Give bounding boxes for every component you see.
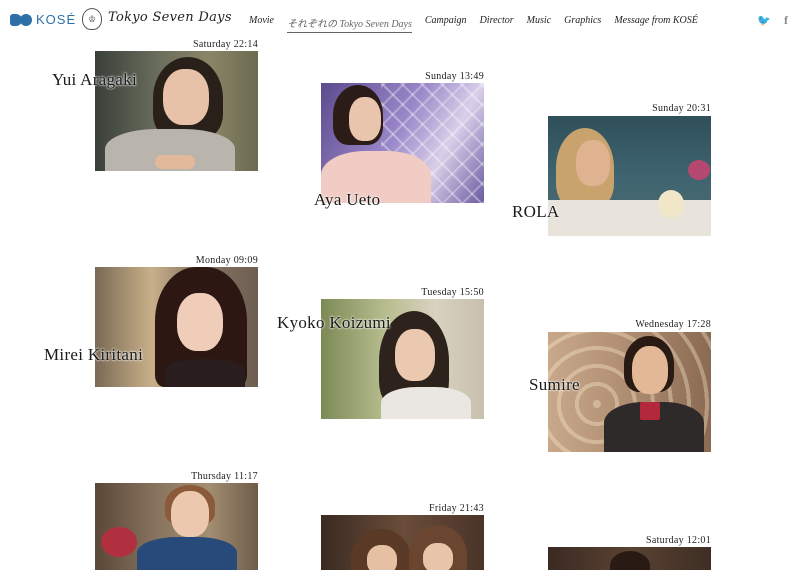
card-name: Sumire [529,375,580,394]
kose-brand-text: KOSÉ [36,12,77,27]
nav-item-director[interactable]: Director [480,15,514,33]
nav-item-message[interactable]: Message from KOSÉ [614,15,698,33]
card-name: Mirei Kiritani [44,345,144,364]
nav-item-tokyo-seven-days[interactable]: それぞれの Tokyo Seven Days [287,15,412,33]
card-time: Monday 09:09 [195,255,258,266]
main-nav: Movie それぞれの Tokyo Seven Days Campaign Di… [249,15,711,33]
card-name: Kyoko Koizumi [277,313,391,332]
card-photo[interactable] [95,51,258,171]
card-name: ROLA [512,202,560,221]
card-time: Thursday 11:17 [191,471,258,482]
site-header: KOSÉ ♔ Tokyo Seven Days Movie それぞれの Toky… [0,0,808,40]
tokyo-seven-days-logo[interactable]: Tokyo Seven Days [108,10,232,25]
card-time: Saturday 22:14 [192,39,258,50]
card-photo[interactable] [321,515,484,570]
card-time: Friday 21:43 [429,503,484,514]
card-photo[interactable] [321,83,484,203]
nav-item-movie[interactable]: Movie [249,15,274,33]
facebook-icon[interactable]: f [784,13,788,28]
card-name: Yui Aragaki [52,70,137,89]
card-time: Saturday 12:01 [645,535,711,546]
kose-mark-icon [10,13,32,27]
nav-item-graphics[interactable]: Graphics [564,15,601,33]
kose-logo[interactable]: KOSÉ [10,12,76,27]
twitter-icon[interactable]: 🐦 [757,14,771,27]
card-name: Aya Ueto [314,190,381,209]
card-time: Sunday 20:31 [652,103,711,114]
crest-icon: ♔ [82,8,102,30]
nav-item-music[interactable]: Music [527,15,551,33]
card-photo[interactable] [548,116,711,236]
card-time: Wednesday 17:28 [635,319,711,330]
nav-item-campaign[interactable]: Campaign [425,15,467,33]
card-photo[interactable] [548,547,711,570]
card-time: Tuesday 15:50 [421,287,484,298]
card-photo[interactable] [95,267,258,387]
card-photo[interactable] [95,483,258,570]
card-time: Sunday 13:49 [425,71,484,82]
